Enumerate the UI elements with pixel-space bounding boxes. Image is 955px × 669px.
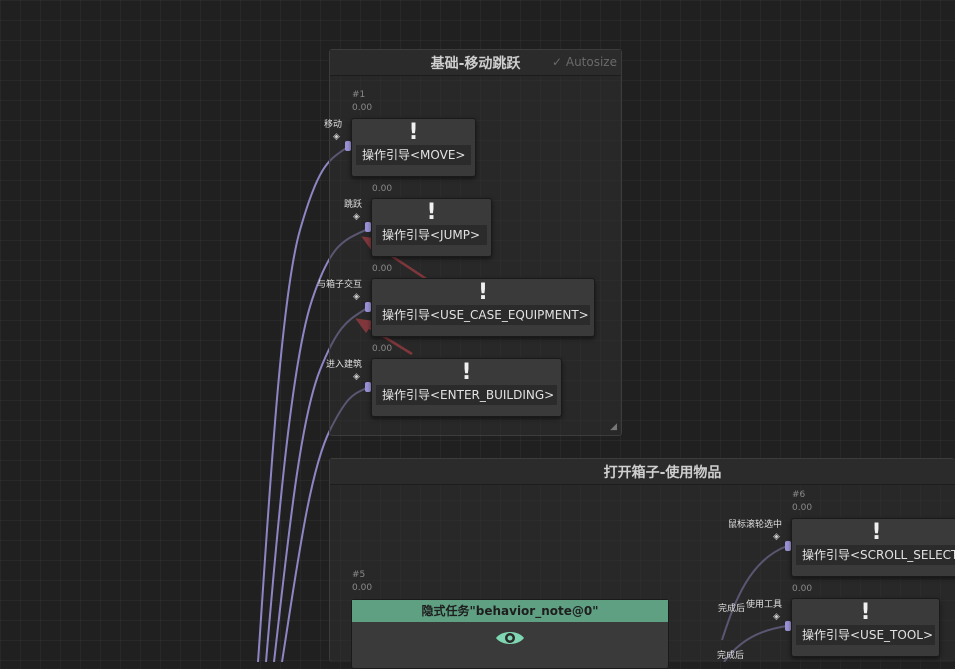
node-value: 0.00 xyxy=(792,503,813,513)
node-id: #6 xyxy=(792,490,806,500)
tag-icon: ◈ xyxy=(773,612,780,622)
port-label-building: 进入建筑 xyxy=(325,360,362,370)
node-value: 0.00 xyxy=(372,264,393,274)
node-label: 操作引导<MOVE> xyxy=(356,145,471,165)
tag-icon: ◈ xyxy=(353,372,360,382)
port-label-move: 移动 xyxy=(323,120,342,130)
group-header[interactable]: 打开箱子-使用物品 xyxy=(330,459,955,485)
port-label-case: 与箱子交互 xyxy=(316,280,362,290)
node-move[interactable]: ! 操作引导<MOVE> xyxy=(351,118,476,177)
exclamation-icon: ! xyxy=(871,520,882,545)
node-value: 0.00 xyxy=(352,583,373,593)
group-title: 打开箱子-使用物品 xyxy=(603,464,722,481)
node-label: 操作引导<ENTER_BUILDING> xyxy=(376,385,557,405)
node-label: 操作引导<JUMP> xyxy=(376,225,487,245)
autosize-toggle[interactable]: ✓ Autosize xyxy=(552,55,617,69)
tag-icon: ◈ xyxy=(353,212,360,222)
exclamation-icon: ! xyxy=(461,360,472,385)
output-label-done: 完成后 xyxy=(717,651,745,661)
node-id: #1 xyxy=(352,90,366,100)
tag-icon: ◈ xyxy=(333,132,340,142)
tag-icon: ◈ xyxy=(773,532,780,542)
exclamation-icon: ! xyxy=(426,200,437,225)
node-use-case-equipment[interactable]: ! 操作引导<USE_CASE_EQUIPMENT> xyxy=(371,278,595,337)
node-label: 操作引导<USE_TOOL> xyxy=(796,625,935,645)
resize-grip-icon[interactable]: ◢ xyxy=(610,422,617,432)
tag-icon: ◈ xyxy=(353,292,360,302)
port-label-jump: 跳跃 xyxy=(343,200,362,210)
node-scroll-select[interactable]: ! 操作引导<SCROLL_SELECTE xyxy=(791,518,955,577)
node-label: 操作引导<USE_CASE_EQUIPMENT> xyxy=(376,305,590,325)
node-use-tool[interactable]: ! 操作引导<USE_TOOL> xyxy=(791,598,940,657)
port-label-scroll: 鼠标滚轮选中 xyxy=(727,520,782,530)
exclamation-icon: ! xyxy=(477,280,489,305)
hidden-task-title: 隐式任务"behavior_note@0" xyxy=(352,600,668,622)
group-header[interactable]: 基础-移动跳跃 ✓ Autosize xyxy=(330,50,621,76)
check-icon: ✓ xyxy=(551,55,563,69)
node-id: #5 xyxy=(352,570,366,580)
autosize-label: Autosize xyxy=(565,55,617,69)
node-jump[interactable]: ! 操作引导<JUMP> xyxy=(371,198,492,257)
exclamation-icon: ! xyxy=(860,600,871,625)
node-value: 0.00 xyxy=(352,103,373,113)
node-label: 操作引导<SCROLL_SELECTE xyxy=(796,545,955,565)
node-hidden-task[interactable]: 隐式任务"behavior_note@0" xyxy=(351,599,669,669)
node-value: 0.00 xyxy=(792,584,813,594)
node-value: 0.00 xyxy=(372,184,393,194)
group-title: 基础-移动跳跃 xyxy=(430,55,521,72)
node-value: 0.00 xyxy=(372,344,393,354)
eye-icon xyxy=(496,632,524,644)
node-enter-building[interactable]: ! 操作引导<ENTER_BUILDING> xyxy=(371,358,562,417)
port-label-tool: 使用工具 xyxy=(745,600,782,610)
exclamation-icon: ! xyxy=(408,120,419,145)
